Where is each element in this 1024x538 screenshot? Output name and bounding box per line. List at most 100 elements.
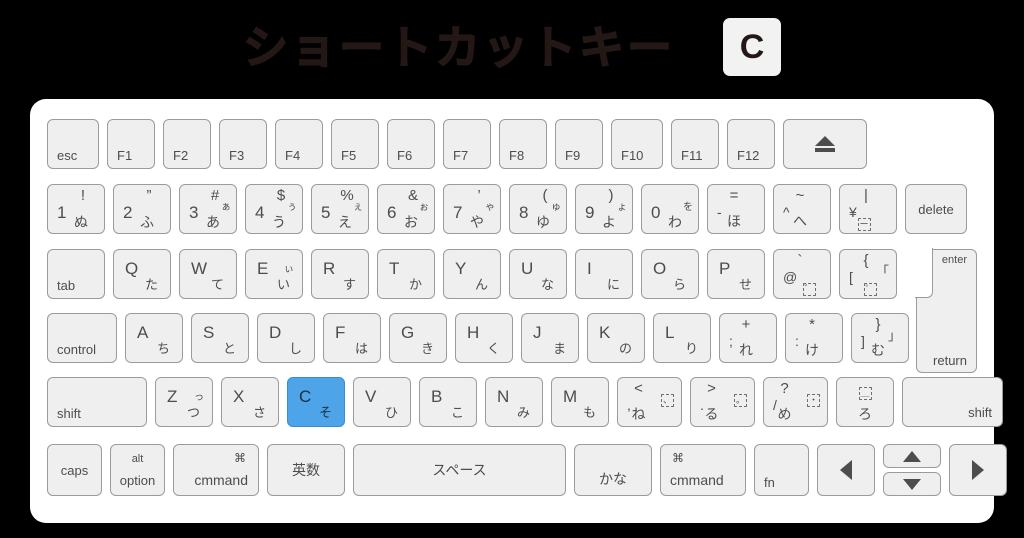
key-q[interactable]: Qた bbox=[113, 249, 171, 299]
key-f[interactable]: Fは bbox=[323, 313, 381, 363]
key-k[interactable]: Kの bbox=[587, 313, 645, 363]
symbol-upper-label: + bbox=[741, 316, 751, 333]
key-r[interactable]: Rす bbox=[311, 249, 369, 299]
key-m[interactable]: Mも bbox=[551, 377, 609, 427]
key-f7[interactable]: F7 bbox=[443, 119, 491, 169]
key-e[interactable]: Eいぃ bbox=[245, 249, 303, 299]
key-j[interactable]: Jま bbox=[521, 313, 579, 363]
caps-lock-key[interactable]: caps bbox=[47, 444, 102, 496]
key-gap bbox=[719, 119, 727, 169]
key-at[interactable]: @ ` ゛ bbox=[773, 249, 831, 299]
key-y[interactable]: Yん bbox=[443, 249, 501, 299]
key-digit-7[interactable]: 7’ やゃ bbox=[443, 184, 501, 234]
kana-small-label: ゃ bbox=[485, 202, 495, 213]
key-f4[interactable]: F4 bbox=[275, 119, 323, 169]
key-digit-5[interactable]: 5% えぇ bbox=[311, 184, 369, 234]
key-comma[interactable]: , < ね、 bbox=[617, 377, 682, 427]
key-quote[interactable]: : * け bbox=[785, 313, 843, 363]
key-f1[interactable]: F1 bbox=[107, 119, 155, 169]
key-f9[interactable]: F9 bbox=[555, 119, 603, 169]
command-right-key[interactable]: ⌘ cmmand bbox=[660, 444, 746, 496]
key-gap bbox=[171, 249, 179, 299]
key-gap bbox=[315, 313, 323, 363]
key-n[interactable]: Nみ bbox=[485, 377, 543, 427]
kana-punct-slot: 。 bbox=[734, 392, 747, 410]
key-esc[interactable]: esc bbox=[47, 119, 99, 169]
shift-left-key[interactable]: shift bbox=[47, 377, 147, 427]
arrow-right-key[interactable] bbox=[949, 444, 1007, 496]
key-g[interactable]: Gき bbox=[389, 313, 447, 363]
key-gap bbox=[117, 313, 125, 363]
eisu-key[interactable]: 英数 bbox=[267, 444, 345, 496]
command-left-key[interactable]: ⌘ cmmand bbox=[173, 444, 259, 496]
key-digit-9[interactable]: 9) よょ bbox=[575, 184, 633, 234]
key-o[interactable]: Oら bbox=[641, 249, 699, 299]
key-h[interactable]: Hく bbox=[455, 313, 513, 363]
key-a[interactable]: Aち bbox=[125, 313, 183, 363]
delete-key[interactable]: delete bbox=[905, 184, 967, 234]
key-period[interactable]: . > る。 bbox=[690, 377, 755, 427]
arrow-down-key[interactable] bbox=[883, 472, 941, 496]
key-d[interactable]: Dし bbox=[257, 313, 315, 363]
key-z[interactable]: Zつっ bbox=[155, 377, 213, 427]
key-gap bbox=[609, 377, 617, 427]
key-f6[interactable]: F6 bbox=[387, 119, 435, 169]
arrow-up-key[interactable] bbox=[883, 444, 941, 468]
kana-key[interactable]: かな bbox=[574, 444, 652, 496]
latin-label: X bbox=[233, 387, 245, 406]
option-key[interactable]: alt option bbox=[110, 444, 165, 496]
key-digit-2[interactable]: 2 ” ふ bbox=[113, 184, 171, 234]
fn-key[interactable]: fn bbox=[754, 444, 809, 496]
space-key[interactable]: スペース bbox=[353, 444, 566, 496]
key-gap bbox=[682, 377, 690, 427]
tab-key[interactable]: tab bbox=[47, 249, 105, 299]
latin-label: P bbox=[719, 259, 731, 278]
key-i[interactable]: Iに bbox=[575, 249, 633, 299]
key-left-bracket[interactable]: [{「゜ bbox=[839, 249, 897, 299]
key-underscore[interactable]: ＿ ろ bbox=[836, 377, 894, 427]
key-p[interactable]: Pせ bbox=[707, 249, 765, 299]
digit-label: 8 bbox=[519, 203, 529, 222]
key-u[interactable]: Uな bbox=[509, 249, 567, 299]
key-semicolon[interactable]: ; + れ bbox=[719, 313, 777, 363]
command-label: cmmand bbox=[670, 472, 724, 488]
eject-key[interactable] bbox=[783, 119, 867, 169]
key-digit-1[interactable]: 1! ぬ bbox=[47, 184, 105, 234]
key-f5[interactable]: F5 bbox=[331, 119, 379, 169]
key-v[interactable]: Vひ bbox=[353, 377, 411, 427]
key-f12[interactable]: F12 bbox=[727, 119, 775, 169]
symbol-upper-label: > bbox=[707, 380, 716, 397]
key-digit-4[interactable]: 4 $ うぅ bbox=[245, 184, 303, 234]
key-f2[interactable]: F2 bbox=[163, 119, 211, 169]
key-x[interactable]: Xさ bbox=[221, 377, 279, 427]
key-slash[interactable]: /? め・ bbox=[763, 377, 828, 427]
key-gap bbox=[237, 184, 245, 234]
key-digit-8[interactable]: 8(ゆゅ bbox=[509, 184, 567, 234]
key-digit-0[interactable]: 0わを bbox=[641, 184, 699, 234]
key-s[interactable]: Sと bbox=[191, 313, 249, 363]
key-f10[interactable]: F10 bbox=[611, 119, 663, 169]
key-label: delete bbox=[918, 201, 954, 217]
key-t[interactable]: Tか bbox=[377, 249, 435, 299]
key-f11[interactable]: F11 bbox=[671, 119, 719, 169]
kana-label: そ bbox=[318, 405, 332, 420]
key-f3[interactable]: F3 bbox=[219, 119, 267, 169]
key-w[interactable]: Wて bbox=[179, 249, 237, 299]
key-b[interactable]: Bこ bbox=[419, 377, 477, 427]
arrow-down-icon bbox=[884, 473, 940, 495]
key-symbol-caret[interactable]: ^ ~ へ bbox=[773, 184, 831, 234]
key-l[interactable]: Lり bbox=[653, 313, 711, 363]
key-symbol-yen[interactable]: ¥ | ー bbox=[839, 184, 897, 234]
control-key[interactable]: control bbox=[47, 313, 117, 363]
arrow-left-key[interactable] bbox=[817, 444, 875, 496]
key-gap bbox=[941, 444, 949, 496]
key-digit-6[interactable]: 6 & おぉ bbox=[377, 184, 435, 234]
return-key-return-label: return bbox=[933, 353, 967, 368]
shift-right-key[interactable]: shift bbox=[902, 377, 1003, 427]
key-f8[interactable]: F8 bbox=[499, 119, 547, 169]
kana-label: ま bbox=[552, 341, 566, 356]
key-symbol-minus[interactable]: - = ほ bbox=[707, 184, 765, 234]
key-digit-3[interactable]: 3 # あぁ bbox=[179, 184, 237, 234]
key-c[interactable]: Cそ bbox=[287, 377, 345, 427]
key-right-bracket[interactable]: ]} む」 bbox=[851, 313, 909, 363]
